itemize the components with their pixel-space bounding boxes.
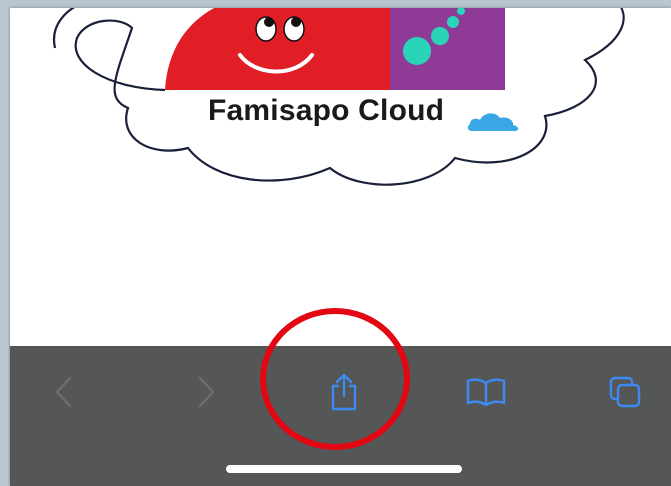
share-icon xyxy=(331,373,357,411)
famisapo-logo xyxy=(52,8,625,186)
page-content: Famisapo Cloud xyxy=(10,8,671,346)
share-button[interactable] xyxy=(314,364,374,420)
bookmarks-button[interactable] xyxy=(456,364,516,420)
teal-dot xyxy=(403,37,431,65)
tabs-button[interactable] xyxy=(595,364,655,420)
browser-screen: Famisapo Cloud xyxy=(10,8,671,486)
teal-dot xyxy=(447,16,459,28)
book-icon xyxy=(466,378,506,407)
teal-dot xyxy=(431,27,449,45)
chevron-right-icon xyxy=(198,376,215,408)
home-indicator[interactable] xyxy=(226,465,462,473)
chevron-left-icon xyxy=(55,376,72,408)
tabs-icon xyxy=(609,376,641,408)
safari-bottom-toolbar xyxy=(10,346,671,486)
brand-text: Famisapo Cloud xyxy=(208,94,445,127)
pupil-left xyxy=(264,17,274,27)
pupil-right xyxy=(291,17,301,27)
cloud-icon xyxy=(467,113,519,131)
forward-button[interactable] xyxy=(176,364,236,420)
back-button[interactable] xyxy=(34,364,94,420)
red-character xyxy=(165,8,390,90)
